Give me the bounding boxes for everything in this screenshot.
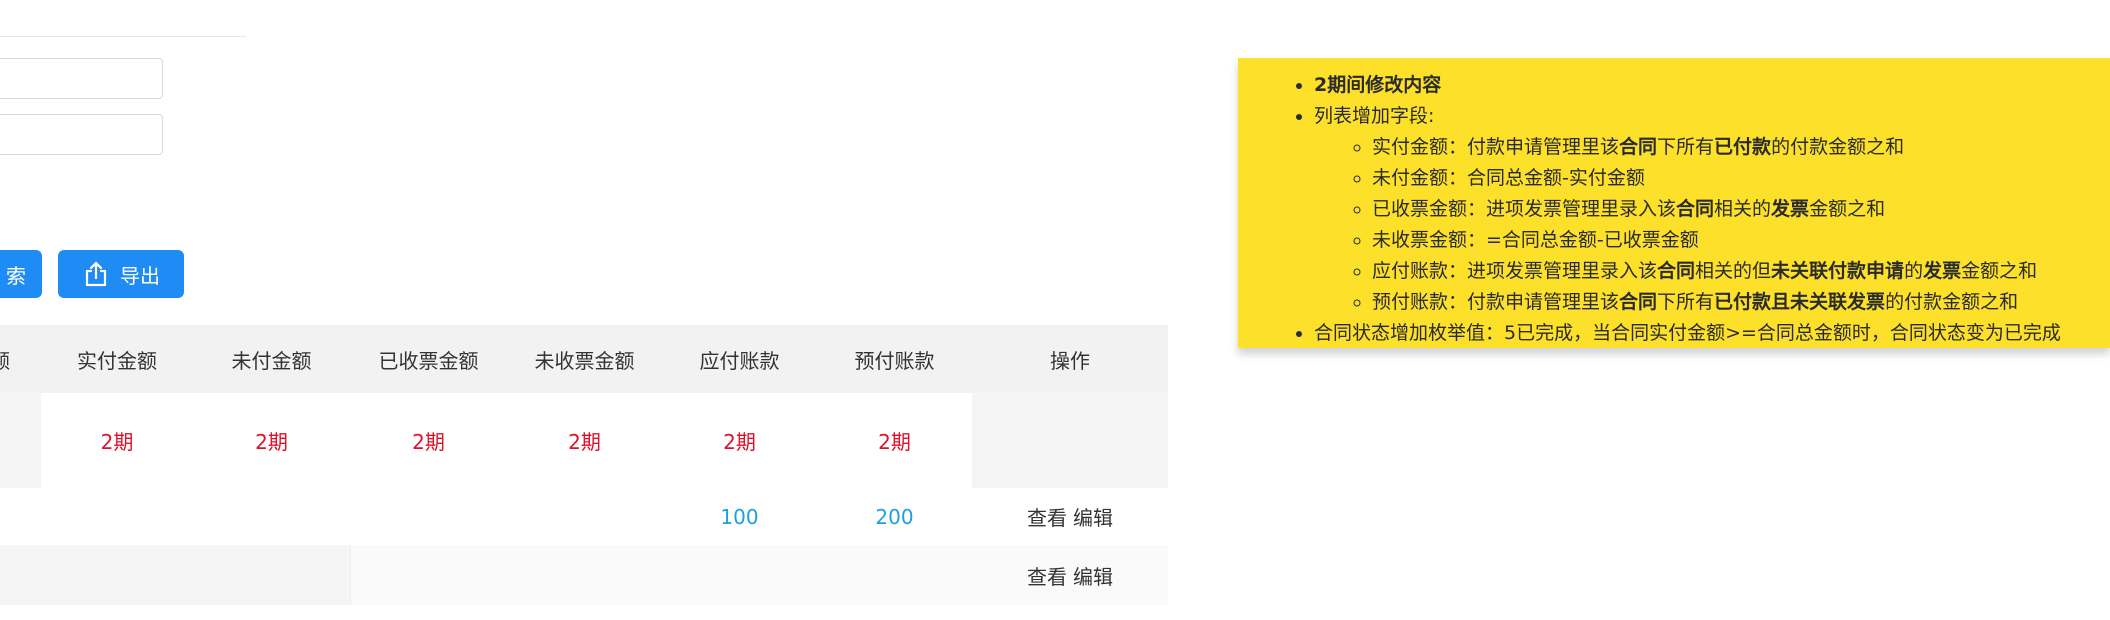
phase-note: 2期 <box>412 430 445 454</box>
phase-note: 2期 <box>255 430 288 454</box>
sticky-note: 2期间修改内容 列表增加字段: 实付金额：付款申请管理里该合同下所有已付款的付款… <box>1238 58 2110 348</box>
column-header-payable: 应付账款 <box>699 348 780 373</box>
row-actions: 查看 编辑 <box>972 545 1168 605</box>
note-item: 列表增加字段: 实付金额：付款申请管理里该合同下所有已付款的付款金额之和 未付金… <box>1314 101 2110 318</box>
phase-note: 2期 <box>100 430 134 454</box>
table-cell <box>972 393 1168 488</box>
note-sublist: 实付金额：付款申请管理里该合同下所有已付款的付款金额之和 未付金额：合同总金额-… <box>1314 132 2110 318</box>
data-table: 额 实付金额 未付金额 已收票金额 未收票金额 应付账款 预付账款 操作 2期 … <box>0 325 1168 605</box>
note-text: 相关的但 <box>1695 260 1772 282</box>
edit-link[interactable]: 编辑 <box>1073 502 1113 531</box>
table-cell <box>507 545 662 605</box>
note-subitem: 未付金额：合同总金额-实付金额 <box>1372 163 2110 194</box>
table-cell <box>350 545 507 605</box>
table-cell <box>0 393 41 488</box>
note-subitem: 未收票金额：=合同总金额-已收票金额 <box>1372 225 2110 256</box>
payable-value: 100 <box>720 504 759 529</box>
note-text: 的付款金额之和 <box>1771 136 1905 158</box>
note-subitem: 预付账款：付款申请管理里该合同下所有已付款且未关联发票的付款金额之和 <box>1372 287 2110 318</box>
note-text: 相关的 <box>1714 198 1772 220</box>
table-cell <box>193 545 350 605</box>
page-root: 索 导出 额 实付金额 未付金额 已收票金额 未收票金额 应付账款 预付账款 操… <box>0 0 2110 620</box>
column-header-actions: 操作 <box>1050 348 1090 373</box>
note-bold: 已付款且未关联发票 <box>1714 291 1886 313</box>
table-cell <box>41 545 193 605</box>
table-cell <box>0 488 41 545</box>
note-bold: 发票 <box>1923 260 1962 282</box>
note-bold: 合同 <box>1676 198 1715 220</box>
note-text: 实付金额：付款申请管理里该 <box>1372 136 1620 158</box>
note-text: 已收票金额：进项发票管理里录入该 <box>1372 198 1677 220</box>
note-bold: 发票 <box>1771 198 1810 220</box>
table-cell <box>507 488 662 545</box>
phase-note: 2期 <box>568 430 601 454</box>
note-text: 下所有 <box>1657 291 1715 313</box>
filter-input-2[interactable] <box>0 114 163 155</box>
note-text: 的付款金额之和 <box>1885 291 2019 313</box>
note-item: 合同状态增加枚举值：5已完成，当合同实付金额>=合同总金额时，合同状态变为已完成 <box>1314 318 2110 349</box>
phase-note: 2期 <box>723 430 756 454</box>
note-text: 未付金额：合同总金额-实付金额 <box>1372 167 1645 189</box>
column-header: 额 <box>0 325 41 393</box>
note-heading: 2期间修改内容 <box>1314 74 1442 96</box>
note-subitem: 实付金额：付款申请管理里该合同下所有已付款的付款金额之和 <box>1372 132 2110 163</box>
export-button[interactable]: 导出 <box>58 250 184 298</box>
note-bold: 合同 <box>1657 260 1696 282</box>
table-cell <box>0 545 41 605</box>
note-bold: 未关联付款申请 <box>1771 260 1905 282</box>
column-header-prepaid: 预付账款 <box>854 348 935 373</box>
upload-icon <box>82 260 110 288</box>
note-list: 2期间修改内容 列表增加字段: 实付金额：付款申请管理里该合同下所有已付款的付款… <box>1238 70 2110 349</box>
note-text: 未收票金额：=合同总金额-已收票金额 <box>1372 229 1699 251</box>
search-button-label: 索 <box>6 263 26 288</box>
table-cell <box>817 545 972 605</box>
filter-input-1-field[interactable] <box>0 59 162 98</box>
table-cell <box>350 488 507 545</box>
note-text: 列表增加字段: <box>1314 105 1435 127</box>
search-button[interactable]: 索 <box>0 250 42 298</box>
table-cell <box>662 545 817 605</box>
note-text: 合同状态增加枚举值：5已完成，当合同实付金额>=合同总金额时，合同状态变为已完成 <box>1314 322 2061 344</box>
table-header-row: 额 实付金额 未付金额 已收票金额 未收票金额 应付账款 预付账款 操作 <box>0 325 1168 393</box>
column-header-actual-paid: 实付金额 <box>77 348 157 373</box>
column-header-invoice-received: 已收票金额 <box>378 348 479 373</box>
filter-input-2-field[interactable] <box>0 115 162 154</box>
column-header-unpaid: 未付金额 <box>231 348 312 373</box>
note-text: 预付账款：付款申请管理里该 <box>1372 291 1620 313</box>
view-link[interactable]: 查看 <box>1027 502 1067 531</box>
note-item: 2期间修改内容 <box>1314 70 2110 101</box>
table-row: 2期 2期 2期 2期 2期 2期 <box>0 393 1168 488</box>
note-text: 下所有 <box>1657 136 1715 158</box>
row-actions: 查看 编辑 <box>972 488 1168 545</box>
table-row: 100 200 查看 编辑 <box>0 488 1168 545</box>
note-text: 的 <box>1904 260 1924 282</box>
phase-note: 2期 <box>878 430 911 454</box>
note-text: 金额之和 <box>1961 260 2038 282</box>
note-bold: 合同 <box>1619 136 1658 158</box>
prepaid-value: 200 <box>875 504 914 529</box>
table-cell <box>41 488 193 545</box>
note-bold: 合同 <box>1619 291 1658 313</box>
note-text: 应付账款：进项发票管理里录入该 <box>1372 260 1658 282</box>
divider <box>0 36 246 37</box>
table-row: 查看 编辑 <box>0 545 1168 605</box>
column-header-invoice-pending: 未收票金额 <box>534 348 635 373</box>
note-subitem: 应付账款：进项发票管理里录入该合同相关的但未关联付款申请的发票金额之和 <box>1372 256 2110 287</box>
note-subitem: 已收票金额：进项发票管理里录入该合同相关的发票金额之和 <box>1372 194 2110 225</box>
note-bold: 已付款 <box>1714 136 1772 158</box>
edit-link[interactable]: 编辑 <box>1073 561 1113 590</box>
view-link[interactable]: 查看 <box>1027 561 1067 590</box>
table-cell <box>193 488 350 545</box>
export-button-label: 导出 <box>120 263 160 288</box>
note-text: 金额之和 <box>1809 198 1886 220</box>
filter-input-1[interactable] <box>0 58 163 99</box>
